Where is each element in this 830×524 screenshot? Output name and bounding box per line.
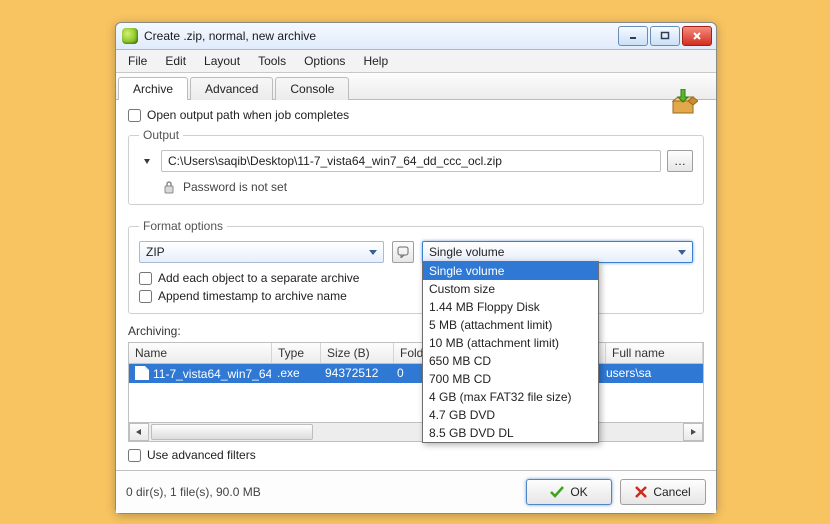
volume-option[interactable]: 4 GB (max FAT32 file size) [423,388,598,406]
scroll-left-button[interactable] [129,423,149,441]
check-icon [550,486,564,498]
menu-help[interactable]: Help [355,52,396,70]
format-value: ZIP [146,245,165,259]
ellipsis-icon: … [674,154,686,168]
volume-option[interactable]: 5 MB (attachment limit) [423,316,598,334]
append-ts-label: Append timestamp to archive name [158,289,347,303]
tab-archive[interactable]: Archive [118,77,188,100]
advanced-filters-checkbox[interactable]: Use advanced filters [128,448,704,462]
col-name[interactable]: Name [129,343,272,363]
cancel-button[interactable]: Cancel [620,479,706,505]
format-combo[interactable]: ZIP [139,241,384,263]
volume-value: Single volume [429,245,504,259]
menu-edit[interactable]: Edit [157,52,194,70]
output-group: Output C:\Users\saqib\Desktop\11-7_vista… [128,128,704,205]
file-icon [135,366,149,380]
tab-row: Archive Advanced Console [116,73,716,100]
open-output-checkbox-input[interactable] [128,109,141,122]
lock-icon [163,180,175,194]
scroll-right-button[interactable] [683,423,703,441]
tab-console[interactable]: Console [275,77,349,100]
cancel-label: Cancel [653,485,690,499]
volume-option[interactable]: 10 MB (attachment limit) [423,334,598,352]
volume-dropdown[interactable]: Single volumeCustom size1.44 MB Floppy D… [422,261,599,443]
output-path-field[interactable]: C:\Users\saqib\Desktop\11-7_vista64_win7… [161,150,661,172]
volume-combo[interactable]: Single volume [422,241,693,263]
advanced-filters-label: Use advanced filters [147,448,256,462]
output-group-label: Output [139,128,183,142]
append-ts-checkbox[interactable]: Append timestamp to archive name [139,289,693,303]
table-body: 11-7_vista64_win7_64_d.exe9437251201user… [129,364,703,422]
col-size[interactable]: Size (B) [321,343,394,363]
button-bar: 0 dir(s), 1 file(s), 90.0 MB OK Cancel [116,470,716,513]
app-icon [122,28,138,44]
window-title: Create .zip, normal, new archive [144,29,616,43]
volume-option[interactable]: 650 MB CD [423,352,598,370]
volume-option[interactable]: 4.7 GB DVD [423,406,598,424]
title-bar[interactable]: Create .zip, normal, new archive [116,23,716,50]
format-group-label: Format options [139,219,227,233]
file-table: Name Type Size (B) Folders Files Packed … [128,342,704,442]
append-ts-checkbox-input[interactable] [139,290,152,303]
menu-bar: File Edit Layout Tools Options Help [116,50,716,73]
volume-option[interactable]: 8.5 GB DVD DL [423,424,598,442]
add-each-label: Add each object to a separate archive [158,271,359,285]
menu-options[interactable]: Options [296,52,353,70]
dialog-body: Open output path when job completes Outp… [116,100,716,470]
volume-option[interactable]: 700 MB CD [423,370,598,388]
menu-tools[interactable]: Tools [250,52,294,70]
ok-label: OK [570,485,587,499]
open-output-label: Open output path when job completes [147,108,349,122]
status-text: 0 dir(s), 1 file(s), 90.0 MB [126,485,518,499]
scroll-thumb[interactable] [151,424,313,440]
volume-option[interactable]: Single volume [423,262,598,280]
add-each-checkbox[interactable]: Add each object to a separate archive [139,271,693,285]
menu-file[interactable]: File [120,52,155,70]
password-text: Password is not set [183,180,287,194]
menu-layout[interactable]: Layout [196,52,248,70]
volume-option[interactable]: 1.44 MB Floppy Disk [423,298,598,316]
col-path[interactable]: Full name [606,343,703,363]
format-details-button[interactable] [392,241,414,263]
add-each-checkbox-input[interactable] [139,272,152,285]
archive-box-icon [668,100,698,118]
format-group: Format options ZIP Single volume [128,219,704,314]
scroll-track[interactable] [149,424,683,440]
browse-button[interactable]: … [667,150,693,172]
h-scrollbar [129,422,703,441]
chevron-down-icon [369,250,377,255]
output-expand-toggle[interactable] [139,153,155,169]
advanced-filters-checkbox-input[interactable] [128,449,141,462]
password-row[interactable]: Password is not set [139,180,693,194]
x-icon [635,486,647,498]
maximize-button[interactable] [650,26,680,46]
archiving-label: Archiving: [128,324,704,338]
volume-option[interactable]: Custom size [423,280,598,298]
note-icon [397,246,409,258]
chevron-down-icon [678,250,686,255]
ok-button[interactable]: OK [526,479,612,505]
tab-advanced[interactable]: Advanced [190,77,273,100]
col-type[interactable]: Type [272,343,321,363]
table-row[interactable]: 11-7_vista64_win7_64_d.exe9437251201user… [129,364,703,383]
dialog-window: Create .zip, normal, new archive File Ed… [115,22,717,514]
minimize-button[interactable] [618,26,648,46]
close-button[interactable] [682,26,712,46]
open-output-checkbox[interactable]: Open output path when job completes [128,108,704,122]
table-header: Name Type Size (B) Folders Files Packed … [129,343,703,364]
